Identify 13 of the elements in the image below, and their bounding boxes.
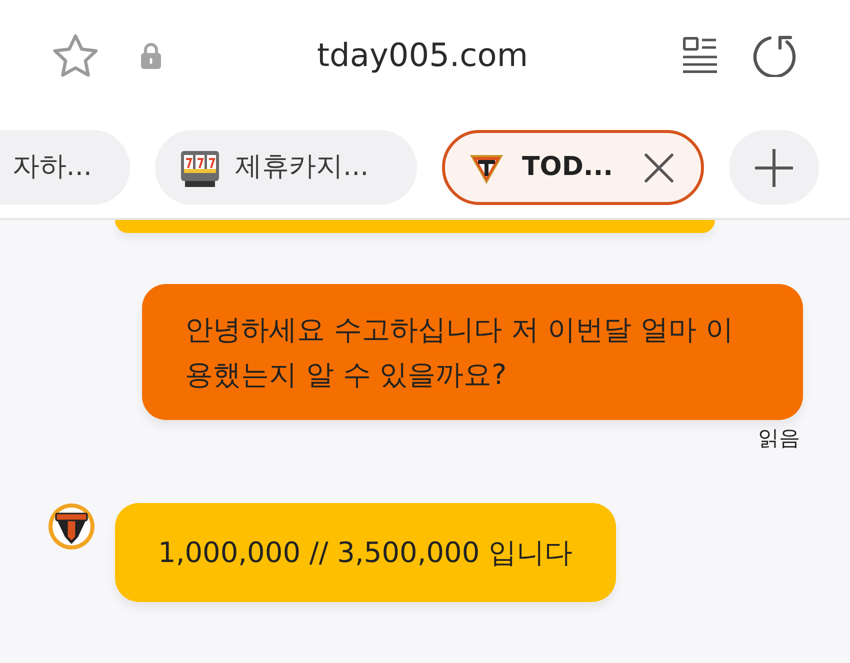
reader-mode-icon[interactable] — [683, 37, 717, 73]
t-logo-avatar-icon — [48, 503, 95, 550]
refresh-icon[interactable] — [753, 34, 796, 76]
browser-tab[interactable]: 제휴카지... — [155, 130, 417, 205]
read-status: 읽음 — [758, 425, 800, 452]
browser-tab[interactable]: TOD... — [442, 130, 704, 205]
star-icon[interactable] — [53, 34, 98, 76]
plus-icon[interactable] — [755, 148, 793, 186]
address-field[interactable]: tday005.com — [162, 31, 683, 79]
close-icon[interactable] — [643, 152, 675, 184]
message-bubble: 1,000,000 // 3,500,000 입니다 — [115, 503, 616, 602]
browser-tab[interactable]: 자하... — [0, 130, 130, 205]
message-bubble: 안녕하세요 수고하십니다 저 이번달 얼마 이용했는지 알 수 있을까요? — [142, 284, 803, 420]
